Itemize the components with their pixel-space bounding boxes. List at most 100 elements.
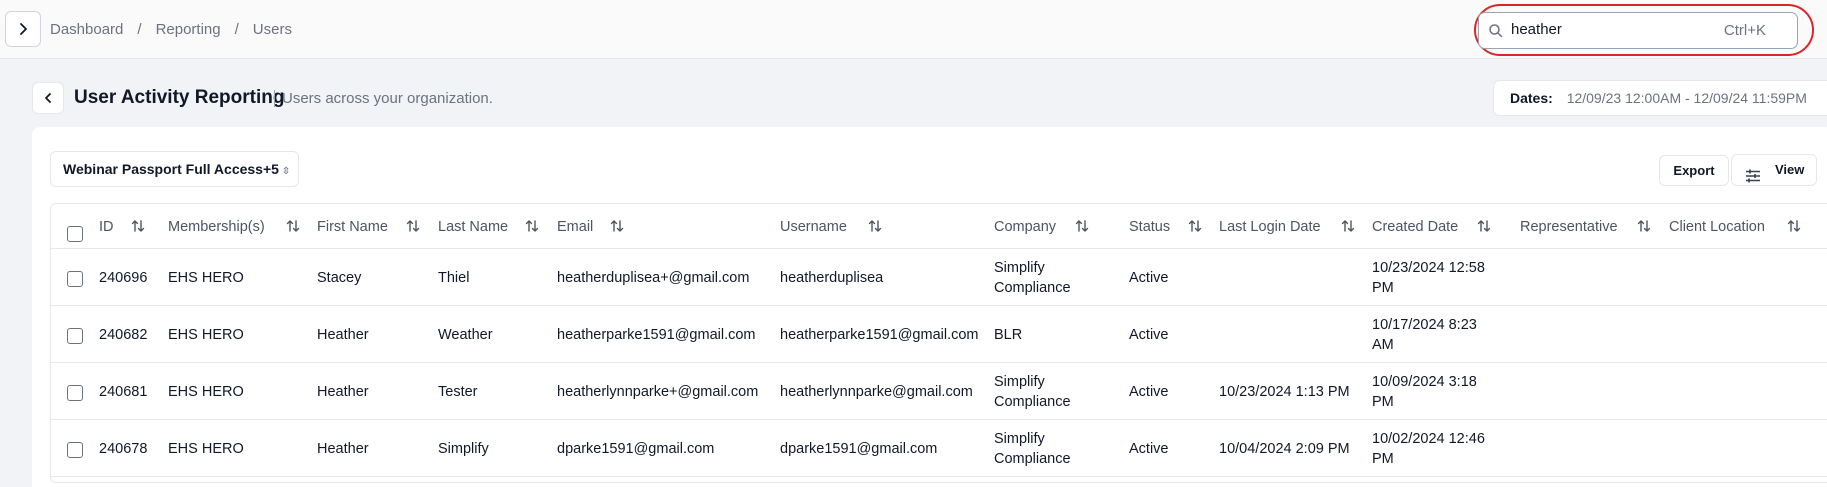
select-all-checkbox[interactable] [67,226,83,242]
breadcrumb-reporting[interactable]: Reporting [156,21,221,38]
date-range-picker[interactable]: Dates: 12/09/23 12:00AM - 12/09/24 11:59… [1493,80,1827,116]
cell-status: Active [1129,270,1169,286]
cell-email: dparke1591@gmail.com [557,441,715,457]
header-username[interactable]: Username [780,219,847,235]
sort-icon[interactable] [1074,218,1090,234]
row-checkbox[interactable] [67,328,83,344]
search-box[interactable]: Ctrl+K [1478,12,1798,49]
cell-status: Active [1129,441,1169,457]
sort-icon[interactable] [1636,218,1652,234]
cell-created-date: 10/23/2024 12:58 PM [1372,260,1485,296]
sort-icon[interactable] [524,218,540,234]
table-row[interactable]: 240678 EHS HERO Heather Simplify dparke1591@… [51,420,1827,477]
cell-last-name: Thiel [438,270,470,286]
cell-last-name: Tester [438,384,478,400]
sidebar-toggle-button[interactable] [5,11,41,47]
row-checkbox[interactable] [67,385,83,401]
cell-id: 240682 [99,327,148,343]
cell-created-date: 10/09/2024 3:18 PM [1372,374,1477,410]
cell-company: Simplify Compliance [994,431,1071,467]
search-shortcut-hint: Ctrl+K [1723,22,1766,39]
cell-membership: EHS HERO [168,270,244,286]
cell-membership: EHS HERO [168,441,244,457]
sort-icon[interactable] [130,218,146,234]
cell-company: Simplify Compliance [994,374,1071,410]
header-id[interactable]: ID [99,219,114,235]
membership-filter-value: Webinar Passport Full Access+5 [63,161,279,177]
dates-value: 12/09/23 12:00AM - 12/09/24 11:59PM [1566,90,1807,106]
cell-company: Simplify Compliance [994,260,1071,296]
cell-first-name: Heather [317,384,369,400]
cell-last-name: Simplify [438,441,489,457]
cell-email: heatherparke1591@gmail.com [557,327,756,343]
page-subtitle: Users across your organization. [274,90,493,107]
breadcrumb-dashboard[interactable]: Dashboard [50,21,123,38]
sort-icon[interactable] [1340,218,1356,234]
cell-id: 240678 [99,441,148,457]
cell-first-name: Heather [317,441,369,457]
table-header-row: ID Membership(s) First Name Last Name Em… [51,204,1827,249]
view-label: View [1775,162,1805,177]
cell-username: heatherparke1591@gmail.com [780,327,979,343]
cell-first-name: Heather [317,327,369,343]
back-button[interactable] [32,82,64,114]
cell-company: BLR [994,327,1023,343]
membership-filter-select[interactable]: Webinar Passport Full Access+5 ⇳ [50,151,299,187]
sort-icon[interactable] [1786,218,1802,234]
export-button[interactable]: Export [1659,155,1729,186]
page-title: User Activity Reporting [74,87,285,108]
cell-id: 240681 [99,384,148,400]
sliders-icon [1745,164,1761,194]
cell-id: 240696 [99,270,148,286]
chevron-right-icon [20,23,27,35]
sort-icon[interactable] [1476,218,1492,234]
sort-icon[interactable] [1187,218,1203,234]
cell-first-name: Stacey [317,270,362,286]
breadcrumb-users[interactable]: Users [253,21,292,38]
header-company[interactable]: Company [994,219,1056,235]
sort-icon[interactable] [285,218,301,234]
header-client-location[interactable]: Client Location [1669,219,1765,235]
sort-icon[interactable] [867,218,883,234]
view-button[interactable]: View [1731,154,1817,186]
chevron-left-icon [45,93,51,103]
cell-created-date: 10/02/2024 12:46 PM [1372,431,1485,467]
cell-status: Active [1129,384,1169,400]
search-icon [1488,23,1503,43]
cell-last-login-date: 10/23/2024 1:13 PM [1219,384,1350,400]
cell-created-date: 10/17/2024 8:23 AM [1372,317,1477,353]
cell-username: heatherlynnparke@gmail.com [780,384,973,400]
cell-username: heatherduplisea [780,270,884,286]
table-row[interactable]: 240682 EHS HERO Heather Weather heatherparke… [51,306,1827,363]
cell-email: heatherlynnparke+@gmail.com [557,384,759,400]
users-table: ID Membership(s) First Name Last Name Em… [50,203,1827,483]
cell-last-name: Weather [438,327,493,343]
chevron-updown-icon: ⇳ [281,166,291,177]
breadcrumb-separator: / [234,21,239,38]
cell-last-login-date: 10/04/2024 2:09 PM [1219,441,1350,457]
cell-username: dparke1591@gmail.com [780,441,938,457]
table-row[interactable]: 240696 EHS HERO Stacey Thiel heatherduplisea… [51,249,1827,306]
table-row[interactable]: 240681 EHS HERO Heather Tester heatherlynnpa… [51,363,1827,420]
cell-membership: EHS HERO [168,384,244,400]
header-last-name[interactable]: Last Name [438,219,508,235]
header-last-login-date[interactable]: Last Login Date [1219,219,1321,235]
top-bar: Dashboard / Reporting / Users Ctrl+K [0,0,1827,59]
breadcrumb: Dashboard / Reporting / Users [50,21,292,38]
sort-icon[interactable] [609,218,625,234]
breadcrumb-separator: / [137,21,142,38]
header-first-name[interactable]: First Name [317,219,388,235]
search-input[interactable] [1511,21,1691,38]
dates-label: Dates: [1510,90,1553,106]
sort-icon[interactable] [405,218,421,234]
cell-status: Active [1129,327,1169,343]
cell-membership: EHS HERO [168,327,244,343]
header-status[interactable]: Status [1129,219,1170,235]
row-checkbox[interactable] [67,442,83,458]
header-membership[interactable]: Membership(s) [168,219,265,235]
header-created-date[interactable]: Created Date [1372,219,1458,235]
row-checkbox[interactable] [67,271,83,287]
header-representative[interactable]: Representative [1520,219,1618,235]
cell-email: heatherduplisea+@gmail.com [557,270,750,286]
header-email[interactable]: Email [557,219,593,235]
